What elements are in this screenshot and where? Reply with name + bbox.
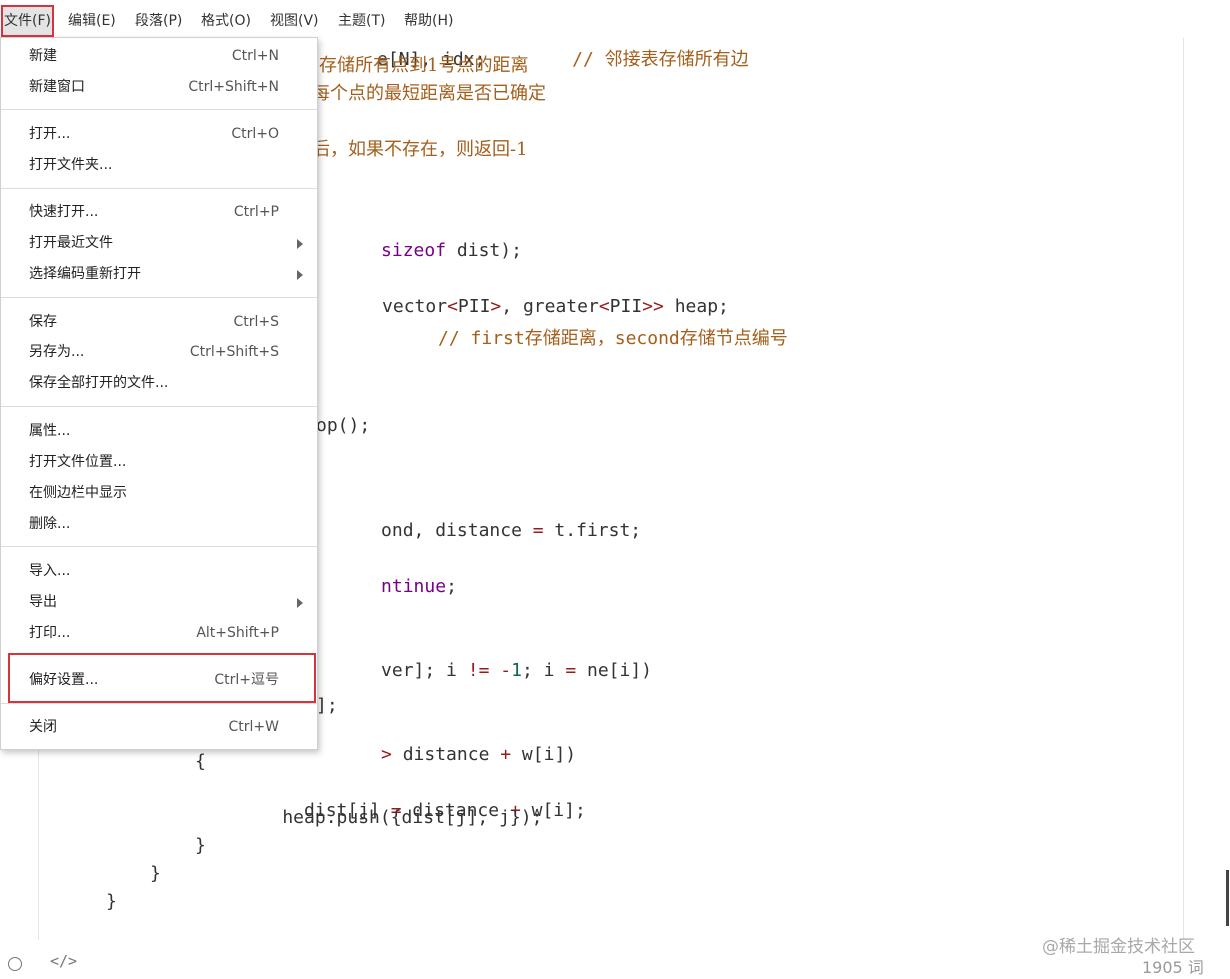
code-line: ver]; i != -1; i = ne[i]) (381, 660, 653, 681)
menu-item-quick-open[interactable]: 快速打开... Ctrl+P (1, 198, 317, 226)
menu-item-new[interactable]: 新建 Ctrl+N (1, 42, 317, 70)
code-line: ]; (316, 695, 338, 716)
submenu-arrow-icon (297, 270, 303, 280)
code-comment-line: // first存储距离，second存储节点编号 (438, 328, 788, 349)
menu-item-open-location[interactable]: 打开文件位置... (1, 448, 317, 476)
code-line: heap.push({dist[j], j}); (239, 807, 543, 828)
menu-item-properties[interactable]: 属性... (1, 417, 317, 445)
menu-item-reopen-encoding[interactable]: 选择编码重新打开 (1, 260, 317, 288)
menu-item-save-all[interactable]: 保存全部打开的文件... (1, 369, 317, 397)
menu-item-delete[interactable]: 删除... (1, 510, 317, 538)
code-line: } (195, 835, 206, 856)
menu-paragraph[interactable]: 段落(P) (133, 6, 184, 36)
code-line: { (195, 751, 206, 772)
source-code-mode-icon[interactable]: </> (50, 952, 77, 970)
code-keyword: sizeof (381, 240, 447, 261)
submenu-arrow-icon (297, 598, 303, 608)
menu-separator (1, 406, 317, 407)
menu-item-open-recent[interactable]: 打开最近文件 (1, 229, 317, 257)
menu-format[interactable]: 格式(O) (199, 6, 253, 36)
code-line: 存储所有点到1号点的距离 (319, 55, 529, 76)
menu-separator (1, 109, 317, 110)
code-line: ntinue; (381, 576, 457, 597)
menu-item-new-window[interactable]: 新建窗口 Ctrl+Shift+N (1, 73, 317, 101)
menu-item-open-folder[interactable]: 打开文件夹... (1, 151, 317, 179)
menu-separator (1, 546, 317, 547)
menu-separator (1, 703, 317, 704)
outline-toggle-icon[interactable] (8, 957, 22, 971)
file-menu-dropdown: 新建 Ctrl+N 新建窗口 Ctrl+Shift+N 打开... Ctrl+O… (0, 37, 318, 750)
code-line: } (150, 863, 161, 884)
menu-item-reveal-sidebar[interactable]: 在侧边栏中显示 (1, 479, 317, 507)
menu-item-print[interactable]: 打印... Alt+Shift+P (1, 619, 317, 647)
menu-file[interactable]: 文件(F) (1, 5, 54, 37)
menu-item-preferences[interactable]: 偏好设置... Ctrl+逗号 (1, 666, 317, 694)
submenu-arrow-icon (297, 239, 303, 249)
code-line: > distance + w[i]) (381, 744, 577, 765)
code-line: op(); (316, 415, 371, 436)
word-count[interactable]: 1905 词 (1142, 954, 1204, 978)
menu-item-open[interactable]: 打开... Ctrl+O (1, 120, 317, 148)
code-line: 后，如果不存在，则返回-1 (312, 139, 528, 160)
menu-item-export[interactable]: 导出 (1, 588, 317, 616)
code-line: 每个点的最短距离是否已确定 (312, 83, 546, 104)
code-line: sizeof dist); (381, 240, 522, 261)
code-comment: // 邻接表存储所有边 (572, 49, 749, 70)
menu-item-close[interactable]: 关闭 Ctrl+W (1, 713, 317, 741)
menu-edit[interactable]: 编辑(E) (66, 6, 118, 36)
menu-item-save[interactable]: 保存 Ctrl+S (1, 308, 317, 336)
vertical-scrollbar[interactable] (1226, 870, 1229, 926)
menu-item-save-as[interactable]: 另存为... Ctrl+Shift+S (1, 338, 317, 366)
menu-item-import[interactable]: 导入... (1, 557, 317, 585)
menu-separator (1, 297, 317, 298)
menu-separator (1, 188, 317, 189)
code-line: ond, distance = t.first; (381, 520, 642, 541)
code-line: } (106, 891, 117, 912)
